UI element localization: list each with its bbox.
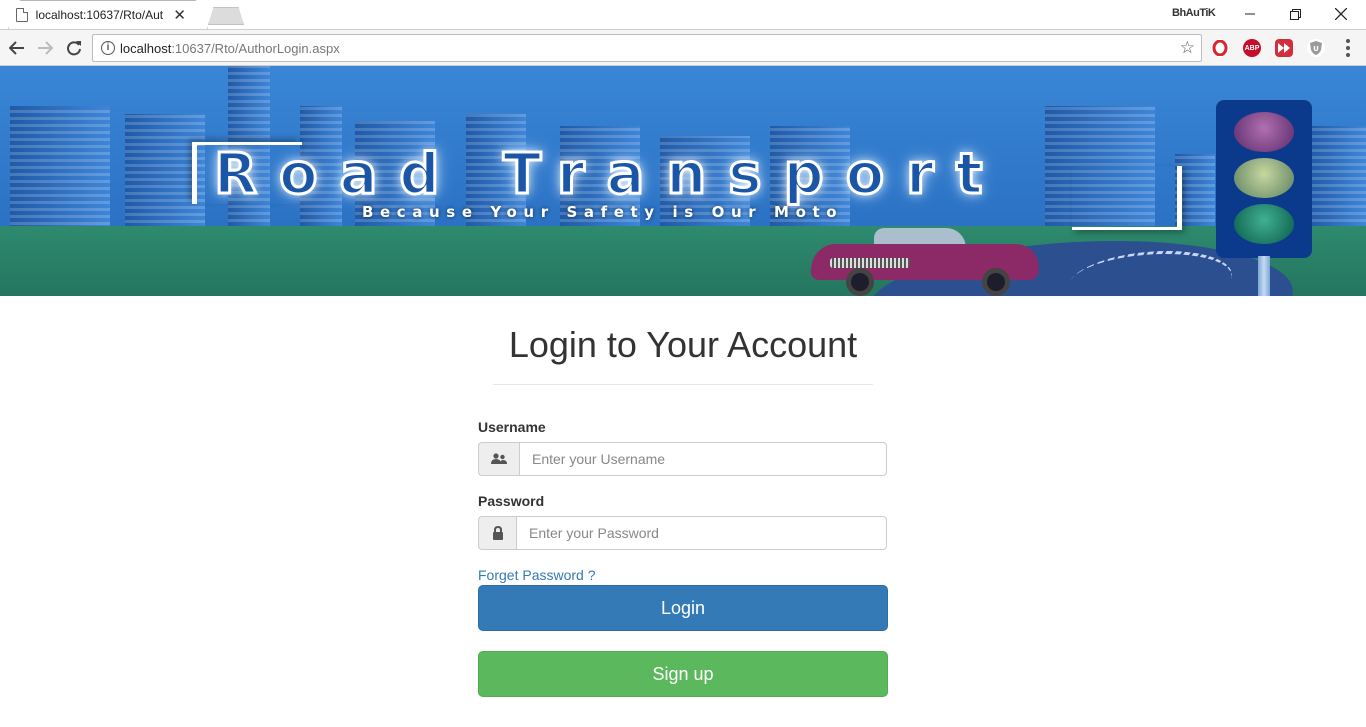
users-glyph xyxy=(491,453,507,464)
close-window-button[interactable] xyxy=(1321,4,1361,24)
username-input-group xyxy=(478,442,887,476)
tab-title: localhost:10637/Rto/AuthorLogin.aspx xyxy=(35,8,164,22)
lock-icon xyxy=(478,516,516,550)
red-lamp xyxy=(1234,112,1294,152)
tab-close-icon[interactable]: ✕ xyxy=(173,8,186,23)
video-speed-icon[interactable] xyxy=(1275,39,1293,57)
opera-logo-icon xyxy=(1212,40,1228,56)
close-icon xyxy=(1335,8,1347,20)
forgot-password-link[interactable]: Forget Password ? xyxy=(478,567,596,583)
ublock-shield-icon: U xyxy=(1310,41,1322,55)
green-lamp xyxy=(1234,204,1294,244)
svg-text:U: U xyxy=(1313,45,1319,53)
banner-title: Road Transport xyxy=(213,141,1005,209)
browser-tabstrip: localhost:10637/Rto/AuthorLogin.aspx ✕ B… xyxy=(0,0,1366,29)
login-button[interactable]: Login xyxy=(478,585,888,631)
users-icon xyxy=(478,442,519,476)
back-arrow-icon xyxy=(9,41,24,55)
forward-arrow-icon xyxy=(38,41,53,55)
back-button[interactable] xyxy=(6,37,28,59)
shield-icon[interactable]: U xyxy=(1307,39,1325,57)
page-title: Login to Your Account xyxy=(508,324,858,365)
building-graphic xyxy=(10,106,110,246)
yellow-lamp xyxy=(1234,158,1294,198)
fast-forward-icon xyxy=(1278,43,1290,53)
car-graphic xyxy=(809,226,1043,296)
car-grille xyxy=(830,258,910,268)
page-icon xyxy=(16,8,28,22)
car-wheel xyxy=(846,268,874,296)
minimize-button[interactable] xyxy=(1230,4,1270,24)
info-icon[interactable]: i xyxy=(101,41,115,55)
adblock-icon[interactable]: ABP xyxy=(1243,39,1261,57)
car-wheel xyxy=(982,268,1010,296)
password-input[interactable] xyxy=(516,516,887,550)
restore-icon xyxy=(1289,8,1301,20)
browser-tab-content[interactable]: localhost:10637/Rto/AuthorLogin.aspx ✕ xyxy=(16,6,186,24)
traffic-light-graphic xyxy=(1216,100,1312,258)
url-path: :10637/Rto/AuthorLogin.aspx xyxy=(171,41,340,56)
minimize-icon xyxy=(1245,13,1255,15)
site-banner: Road Transport Because Your Safety is Ou… xyxy=(0,66,1366,296)
reload-button[interactable] xyxy=(63,37,85,59)
lock-glyph xyxy=(492,526,503,540)
url-host: localhost xyxy=(120,41,172,56)
building-graphic xyxy=(1310,126,1366,236)
username-input[interactable] xyxy=(519,442,887,476)
bookmark-star-icon[interactable]: ☆ xyxy=(1180,38,1195,58)
address-bar[interactable]: i localhost:10637/Rto/AuthorLogin.aspx ☆ xyxy=(92,34,1202,62)
title-frame-corner xyxy=(1072,166,1182,230)
signup-button[interactable]: Sign up xyxy=(478,651,888,697)
username-label: Username xyxy=(478,419,546,435)
opera-icon[interactable] xyxy=(1211,39,1229,57)
new-tab-button[interactable] xyxy=(208,7,244,25)
divider xyxy=(493,384,873,385)
password-label: Password xyxy=(478,493,545,509)
banner-tagline: Because Your Safety is Our Moto xyxy=(362,203,844,221)
traffic-light-pole xyxy=(1258,256,1270,296)
browser-menu-icon[interactable] xyxy=(1343,38,1353,58)
forward-button[interactable] xyxy=(34,37,56,59)
browser-toolbar: i localhost:10637/Rto/AuthorLogin.aspx ☆… xyxy=(0,29,1366,66)
url-text[interactable]: localhost:10637/Rto/AuthorLogin.aspx xyxy=(120,41,340,56)
profile-name[interactable]: BhAuTiK xyxy=(1172,7,1216,19)
password-input-group xyxy=(478,516,887,550)
reload-icon xyxy=(67,41,81,56)
restore-button[interactable] xyxy=(1275,4,1315,24)
